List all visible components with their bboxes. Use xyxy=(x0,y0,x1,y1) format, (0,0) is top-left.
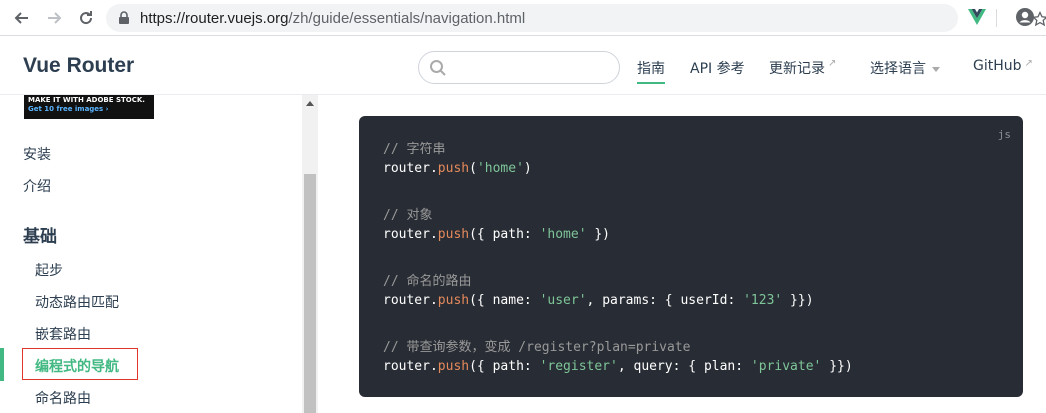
back-button[interactable] xyxy=(12,8,32,28)
vue-devtools-icon[interactable] xyxy=(968,9,986,25)
sidebar-item-install[interactable]: 安装 xyxy=(23,144,51,164)
search-input[interactable] xyxy=(451,57,611,79)
nav-link-github-label: GitHub xyxy=(973,58,1022,74)
sidebar-item-named-routes[interactable]: 命名路由 xyxy=(35,388,91,408)
profile-icon[interactable] xyxy=(1015,7,1035,27)
code-language-label: js xyxy=(997,128,1011,141)
nav-link-changelog-label: 更新记录 xyxy=(769,61,825,77)
code-line: router.push({ path: 'register', query: {… xyxy=(383,359,853,374)
code-block: js // 字符串 router.push('home') // 对象 rout… xyxy=(359,116,1023,397)
url-path: /zh/guide/essentials/navigation.html xyxy=(288,10,526,27)
url-host: https://router.vuejs.org xyxy=(140,10,289,27)
site-title[interactable]: Vue Router xyxy=(23,54,134,78)
reload-icon xyxy=(80,11,93,25)
scrollbar-thumb[interactable] xyxy=(304,174,316,413)
url-text: https://router.vuejs.org/zh/guide/essent… xyxy=(140,10,525,27)
browser-toolbar: https://router.vuejs.org/zh/guide/essent… xyxy=(0,0,1046,36)
sidebar-item-nested-routes[interactable]: 嵌套路由 xyxy=(35,324,91,344)
sidebar-item-dynamic-matching[interactable]: 动态路由匹配 xyxy=(35,292,119,312)
sidebar-item-programmatic-navigation[interactable]: 编程式的导航 xyxy=(35,356,119,376)
external-link-icon: ↗ xyxy=(1024,58,1033,69)
scroll-up-arrow-icon[interactable] xyxy=(306,101,314,106)
nav-link-language-label: 选择语言 xyxy=(870,61,926,77)
chevron-down-icon xyxy=(932,66,940,72)
nav-link-github[interactable]: GitHub ↗ xyxy=(973,58,1033,74)
search-box xyxy=(418,51,620,84)
ad-line-2: Get 10 free images › xyxy=(28,105,109,113)
forward-button[interactable] xyxy=(44,8,64,28)
code-comment: // 带查询参数，变成 /register?plan=private xyxy=(383,340,691,355)
nav-link-changelog[interactable]: 更新记录 ↗ xyxy=(769,58,836,78)
address-bar[interactable]: https://router.vuejs.org/zh/guide/essent… xyxy=(106,4,1046,32)
reload-button[interactable] xyxy=(76,8,96,28)
code-line: router.push({ name: 'user', params: { us… xyxy=(383,293,814,308)
sidebar-section-title[interactable]: 基础 xyxy=(23,222,57,247)
lock-icon xyxy=(119,11,129,24)
search-icon xyxy=(430,60,446,76)
code-comment: // 对象 xyxy=(383,208,433,223)
external-link-icon: ↗ xyxy=(828,58,837,69)
nav-link-guide[interactable]: 指南 xyxy=(637,58,665,84)
code-comment: // 命名的路由 xyxy=(383,274,472,289)
ad-line-1: MAKE IT WITH ADOBE STOCK. xyxy=(28,96,145,104)
code-line: router.push({ path: 'home' }) xyxy=(383,227,611,242)
nav-link-language[interactable]: 选择语言 xyxy=(870,58,940,78)
active-indicator xyxy=(0,348,4,381)
nav-link-api[interactable]: API 参考 xyxy=(690,58,745,78)
site-navbar: Vue Router 指南 API 参考 更新记录 ↗ 选择语言 GitHub ↗ xyxy=(0,37,1046,95)
toolbar-separator xyxy=(996,9,997,27)
arrow-left-icon xyxy=(14,12,28,24)
sidebar: MAKE IT WITH ADOBE STOCK. Get 10 free im… xyxy=(0,95,318,413)
code-comment: // 字符串 xyxy=(383,142,446,157)
code-line: router.push('home') xyxy=(383,161,532,176)
sidebar-item-intro[interactable]: 介绍 xyxy=(23,176,51,196)
arrow-right-icon xyxy=(48,12,62,24)
sidebar-item-getting-started[interactable]: 起步 xyxy=(35,260,63,280)
sponsor-ad[interactable]: MAKE IT WITH ADOBE STOCK. Get 10 free im… xyxy=(24,95,154,119)
